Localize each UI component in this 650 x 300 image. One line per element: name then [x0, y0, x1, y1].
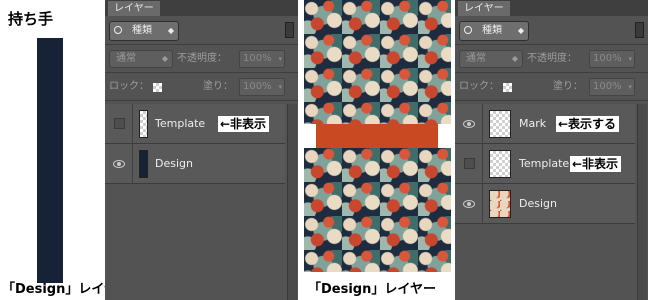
chevron-down-icon: ▾	[628, 55, 632, 63]
layer-name: Template	[519, 157, 570, 170]
search-icon	[464, 26, 472, 34]
annotation-show: ←表示する	[556, 116, 620, 132]
fill-label: 塗り：	[203, 81, 233, 92]
opacity-value: 100%	[593, 53, 622, 64]
fill-field[interactable]: 100% ▾	[239, 78, 285, 96]
filter-kind-label: 種類	[132, 25, 152, 36]
layer-name: Design	[519, 197, 557, 210]
filter-kind-label: 種類	[482, 25, 502, 36]
layer-name: Template	[155, 117, 206, 130]
layer-thumbnail	[489, 150, 511, 178]
chevron-down-icon: ▾	[278, 55, 282, 63]
handle-band	[316, 124, 438, 148]
visibility-off-icon[interactable]	[114, 118, 125, 129]
divider	[455, 44, 648, 45]
chevron-down-icon: ▾	[628, 83, 632, 91]
pattern-image-bottom	[304, 148, 451, 272]
eye-icon[interactable]	[463, 120, 475, 128]
blend-mode-value: 通常	[466, 53, 486, 64]
opacity-value: 100%	[243, 53, 272, 64]
layers-panel-1: レイヤー 種類 ◆ 通常 ◆ 不透明度： 100% ▾ ロック： 塗り： 100…	[105, 0, 298, 300]
eye-icon[interactable]	[113, 160, 125, 168]
visibility-cell[interactable]	[455, 104, 483, 144]
tab-layers[interactable]: レイヤー	[107, 0, 161, 16]
blend-mode-select[interactable]: 通常 ◆	[109, 50, 173, 68]
annotation-hide: ←非表示	[570, 156, 622, 172]
annotation-hide: ←非表示	[218, 116, 270, 132]
center-caption: 「Design」レイヤー	[308, 282, 436, 297]
fill-label: 塗り：	[553, 81, 583, 92]
opacity-label: 不透明度：	[177, 53, 227, 64]
layer-thumbnail	[489, 190, 511, 218]
divider	[105, 100, 298, 101]
fill-field[interactable]: 100% ▾	[589, 78, 635, 96]
pattern-image-top	[304, 0, 451, 124]
fill-value: 100%	[593, 81, 622, 92]
updown-icon: ◆	[161, 54, 168, 63]
filter-toggle[interactable]	[285, 22, 294, 38]
divider	[455, 72, 648, 73]
left-title: 持ち手	[8, 10, 54, 28]
visibility-cell[interactable]	[455, 144, 483, 184]
layer-thumbnail	[139, 110, 148, 138]
layer-name: Design	[155, 157, 193, 170]
filter-toggle[interactable]	[635, 22, 644, 38]
visibility-off-icon[interactable]	[464, 158, 475, 169]
updown-icon: ◆	[517, 26, 524, 35]
eye-icon[interactable]	[463, 200, 475, 208]
layers-scrollbar[interactable]	[637, 104, 647, 300]
divider	[455, 100, 648, 101]
filter-kind-select[interactable]: 種類 ◆	[109, 21, 179, 41]
layer-thumbnail	[139, 150, 148, 178]
divider	[105, 44, 298, 45]
lock-label: ロック：	[459, 81, 499, 92]
fill-value: 100%	[243, 81, 272, 92]
handle-bar	[37, 38, 63, 283]
filter-kind-select[interactable]: 種類 ◆	[459, 21, 529, 41]
layer-row-design[interactable]: Design	[455, 184, 635, 224]
updown-icon: ◆	[511, 54, 518, 63]
opacity-field[interactable]: 100% ▾	[589, 50, 635, 68]
layer-thumbnail	[489, 110, 511, 138]
opacity-field[interactable]: 100% ▾	[239, 50, 285, 68]
layer-row-design[interactable]: Design	[105, 144, 285, 184]
layer-name: Mark	[519, 117, 547, 130]
updown-icon: ◆	[167, 26, 174, 35]
checker-lock-icon[interactable]	[153, 83, 162, 92]
divider	[105, 72, 298, 73]
blend-mode-value: 通常	[116, 53, 136, 64]
checker-lock-icon[interactable]	[503, 83, 512, 92]
lock-label: ロック：	[109, 81, 149, 92]
layers-panel-2: レイヤー 種類 ◆ 通常 ◆ 不透明度： 100% ▾ ロック： 塗り： 100…	[455, 0, 648, 300]
layers-scrollbar[interactable]	[287, 104, 297, 300]
visibility-cell[interactable]	[105, 104, 133, 144]
visibility-cell[interactable]	[455, 184, 483, 224]
blend-mode-select[interactable]: 通常 ◆	[459, 50, 523, 68]
search-icon	[114, 26, 122, 34]
visibility-cell[interactable]	[105, 144, 133, 184]
tab-layers[interactable]: レイヤー	[457, 0, 511, 16]
chevron-down-icon: ▾	[278, 83, 282, 91]
opacity-label: 不透明度：	[527, 53, 577, 64]
